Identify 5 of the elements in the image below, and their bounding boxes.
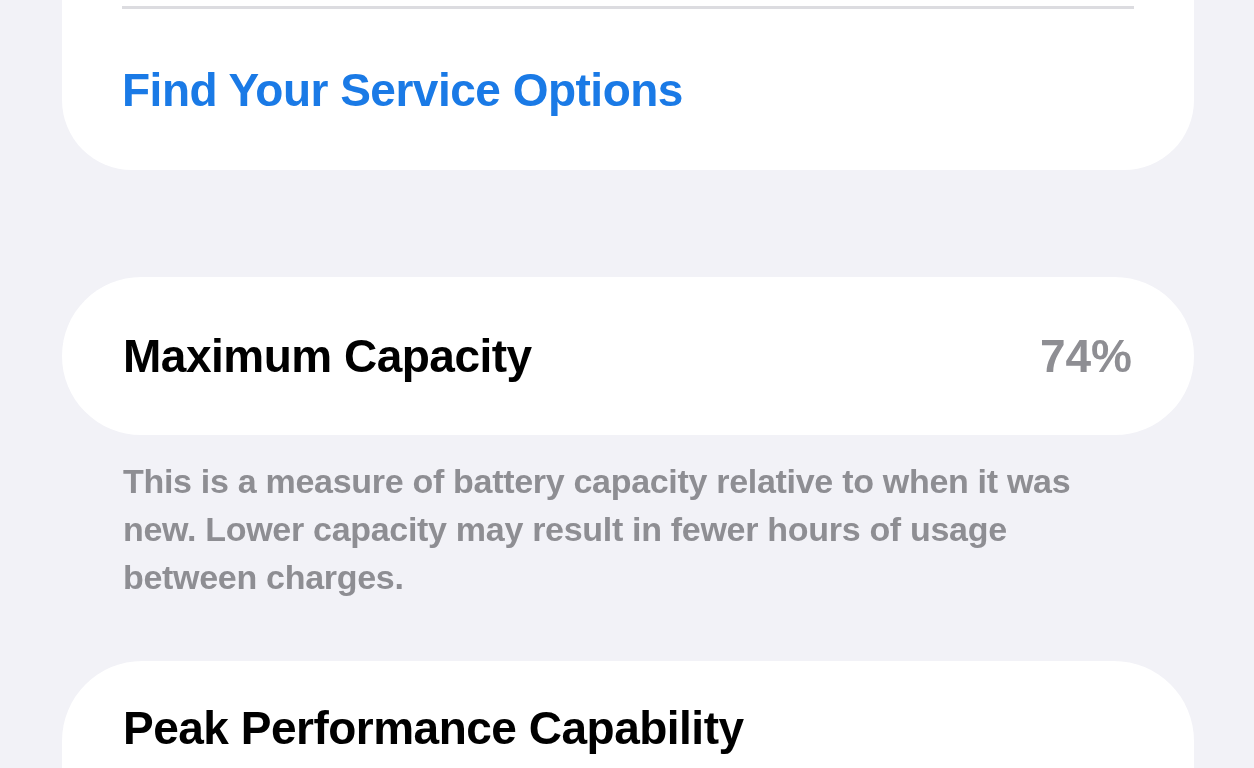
performance-label: Peak Performance Capability bbox=[123, 702, 744, 754]
capacity-value: 74% bbox=[1039, 329, 1132, 383]
capacity-description: This is a measure of battery capacity relative to when it was new. Lower capacity may result in fewer hours of usage between charges. bbox=[122, 461, 1072, 598]
service-options-link[interactable]: Find Your Service Options bbox=[122, 63, 683, 117]
capacity-label: Maximum Capacity bbox=[123, 329, 532, 383]
